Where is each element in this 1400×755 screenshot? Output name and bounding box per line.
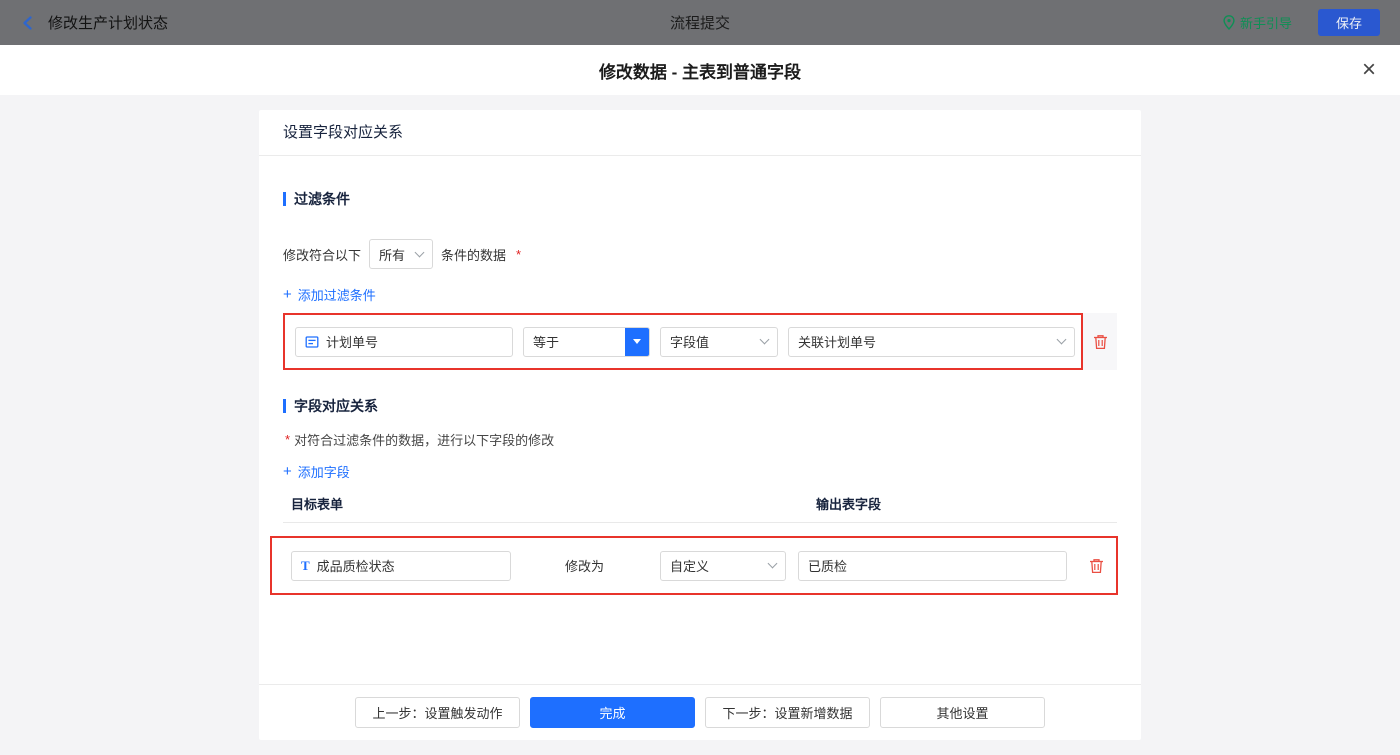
output-value: 已质检 bbox=[808, 556, 847, 575]
condition-actions-zone bbox=[1083, 313, 1117, 370]
filter-section-label: 过滤条件 bbox=[294, 189, 350, 209]
add-filter-condition-label: 添加过滤条件 bbox=[298, 285, 376, 304]
match-mode-select[interactable]: 所有 bbox=[369, 239, 433, 269]
add-filter-condition-link[interactable]: + 添加过滤条件 bbox=[283, 285, 376, 304]
beginner-guide-link[interactable]: 新手引导 bbox=[1223, 13, 1292, 32]
text-field-icon: T bbox=[301, 558, 310, 574]
operator-caret-button[interactable] bbox=[625, 328, 649, 356]
target-field-value: 成品质检状态 bbox=[317, 556, 395, 575]
operator-select[interactable]: 等于 bbox=[523, 327, 650, 357]
topbar: 修改生产计划状态 流程提交 新手引导 保存 bbox=[0, 0, 1400, 45]
delete-condition-button[interactable] bbox=[1093, 334, 1108, 350]
target-form-column-header: 目标表单 bbox=[291, 494, 816, 513]
settings-card: 设置字段对应关系 过滤条件 修改符合以下 所有 条件的数据 * + 添加过滤条件 bbox=[259, 110, 1141, 740]
value-mode-value: 自定义 bbox=[670, 556, 709, 575]
mapping-section-label: 字段对应关系 bbox=[294, 396, 378, 416]
delete-mapping-button[interactable] bbox=[1089, 558, 1104, 574]
field-mapping-highlight: T 成品质检状态 修改为 自定义 已质检 bbox=[270, 536, 1118, 595]
modal-header: 修改数据 - 主表到普通字段 × bbox=[0, 45, 1400, 95]
card-footer: 上一步：设置触发动作 完成 下一步：设置新增数据 其他设置 bbox=[259, 684, 1141, 740]
modify-to-label: 修改为 bbox=[565, 556, 604, 575]
card-header-title: 设置字段对应关系 bbox=[259, 110, 1141, 156]
value-type-value: 字段值 bbox=[670, 332, 709, 351]
target-field-input[interactable]: T 成品质检状态 bbox=[291, 551, 511, 581]
modal-body: 设置字段对应关系 过滤条件 修改符合以下 所有 条件的数据 * + 添加过滤条件 bbox=[0, 95, 1400, 755]
form-field-icon bbox=[305, 335, 319, 349]
card-content: 过滤条件 修改符合以下 所有 条件的数据 * + 添加过滤条件 bbox=[259, 156, 1141, 684]
match-prefix-label: 修改符合以下 bbox=[283, 245, 361, 264]
compare-value-select[interactable]: 关联计划单号 bbox=[788, 327, 1075, 357]
page-title: 修改生产计划状态 bbox=[48, 12, 168, 33]
mapping-description: * 对符合过滤条件的数据，进行以下字段的修改 bbox=[283, 430, 1117, 449]
output-value-input[interactable]: 已质检 bbox=[798, 551, 1067, 581]
compare-value: 关联计划单号 bbox=[798, 332, 876, 351]
filter-field-input[interactable]: 计划单号 bbox=[295, 327, 513, 357]
save-button[interactable]: 保存 bbox=[1318, 9, 1380, 36]
modal-title: 修改数据 - 主表到普通字段 bbox=[599, 58, 801, 83]
match-mode-value: 所有 bbox=[379, 245, 405, 264]
required-mark: * bbox=[516, 247, 521, 262]
next-step-button[interactable]: 下一步：设置新增数据 bbox=[705, 697, 870, 728]
value-type-select[interactable]: 字段值 bbox=[660, 327, 778, 357]
chevron-down-icon bbox=[415, 247, 425, 257]
add-field-link[interactable]: + 添加字段 bbox=[283, 462, 350, 481]
beginner-guide-label: 新手引导 bbox=[1240, 13, 1292, 32]
section-bar-icon bbox=[283, 192, 286, 206]
back-icon[interactable] bbox=[20, 15, 36, 31]
mapping-description-text: 对符合过滤条件的数据，进行以下字段的修改 bbox=[294, 430, 554, 449]
other-settings-button[interactable]: 其他设置 bbox=[880, 697, 1045, 728]
plus-icon: + bbox=[283, 464, 292, 479]
chevron-down-icon bbox=[760, 335, 770, 345]
plus-icon: + bbox=[283, 287, 292, 302]
filter-field-value: 计划单号 bbox=[326, 332, 378, 351]
close-icon[interactable]: × bbox=[1362, 58, 1376, 82]
filter-section-title: 过滤条件 bbox=[283, 189, 1117, 209]
section-bar-icon bbox=[283, 399, 286, 413]
filter-condition-wrap: 计划单号 等于 字段值 关联计划单号 bbox=[283, 313, 1117, 370]
output-field-column-header: 输出表字段 bbox=[816, 494, 881, 513]
mapping-table-header: 目标表单 输出表字段 bbox=[283, 494, 1117, 523]
done-button[interactable]: 完成 bbox=[530, 697, 695, 728]
trash-icon bbox=[1093, 334, 1108, 350]
back-chevron-icon bbox=[20, 15, 36, 31]
add-field-label: 添加字段 bbox=[298, 462, 350, 481]
filter-condition-highlight: 计划单号 等于 字段值 关联计划单号 bbox=[283, 313, 1083, 370]
flow-submit-title: 流程提交 bbox=[0, 12, 1400, 33]
match-suffix-label: 条件的数据 bbox=[441, 245, 506, 264]
location-pin-icon bbox=[1223, 15, 1235, 30]
operator-value: 等于 bbox=[524, 332, 625, 351]
chevron-down-icon bbox=[1057, 335, 1067, 345]
chevron-down-icon bbox=[768, 559, 778, 569]
trash-icon bbox=[1089, 558, 1104, 574]
value-mode-select[interactable]: 自定义 bbox=[660, 551, 786, 581]
caret-down-icon bbox=[633, 339, 641, 344]
required-mark: * bbox=[285, 432, 290, 447]
match-condition-row: 修改符合以下 所有 条件的数据 * bbox=[283, 239, 1117, 269]
prev-step-button[interactable]: 上一步：设置触发动作 bbox=[355, 697, 520, 728]
mapping-section-title: 字段对应关系 bbox=[283, 396, 1117, 416]
